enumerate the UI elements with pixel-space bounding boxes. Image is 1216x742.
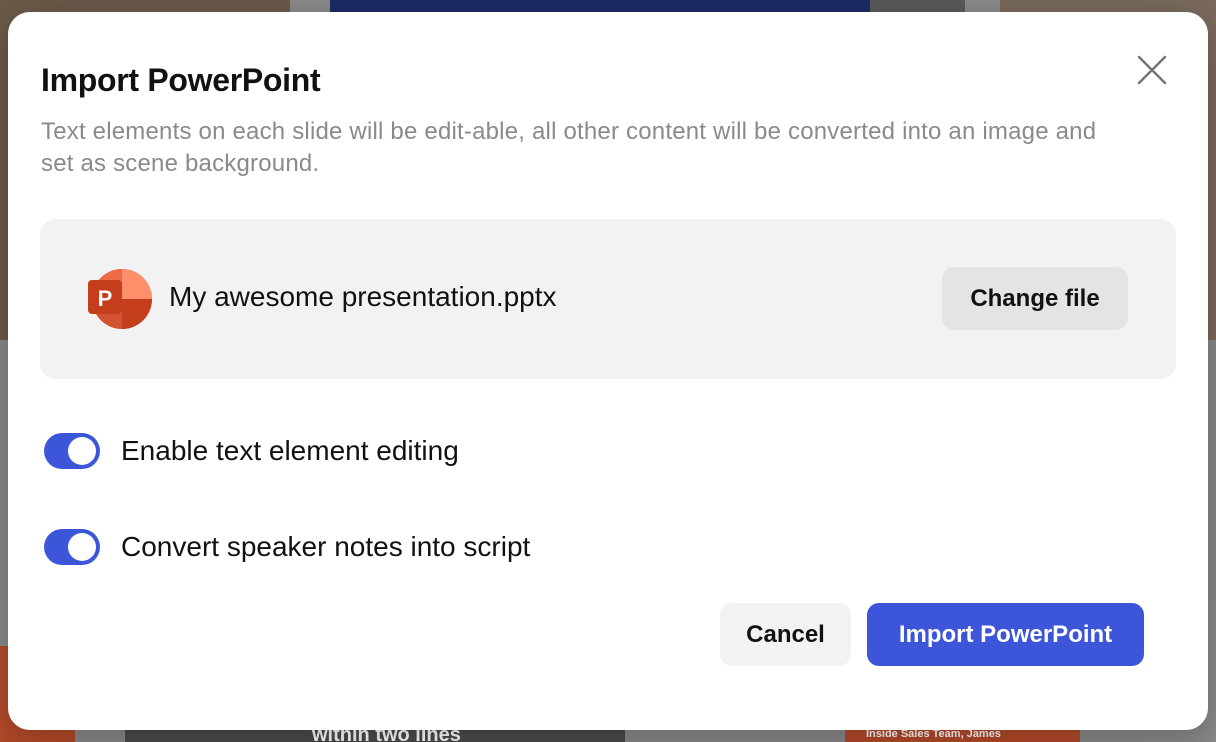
convert-speaker-notes-toggle[interactable]	[44, 529, 100, 565]
background-thumbnail	[330, 0, 870, 12]
option-enable-text-editing: Enable text element editing	[44, 433, 459, 469]
import-powerpoint-dialog: Import PowerPoint Text elements on each …	[8, 12, 1208, 730]
cancel-button[interactable]: Cancel	[720, 603, 851, 666]
option-label: Enable text element editing	[121, 435, 459, 466]
dialog-title: Import PowerPoint	[41, 62, 321, 98]
option-convert-speaker-notes: Convert speaker notes into script	[44, 529, 530, 565]
change-file-button[interactable]: Change file	[942, 267, 1128, 330]
selected-file-panel: P My awesome presentation.pptx Change fi…	[40, 219, 1176, 379]
file-name: My awesome presentation.pptx	[169, 281, 557, 312]
background-thumbnail	[870, 0, 965, 12]
close-icon	[1137, 55, 1167, 85]
close-button[interactable]	[1132, 50, 1172, 90]
toggle-knob	[68, 533, 96, 561]
option-label: Convert speaker notes into script	[121, 531, 531, 562]
powerpoint-icon-letter: P	[98, 286, 113, 311]
powerpoint-icon: P	[88, 269, 152, 329]
dialog-description: Text elements on each slide will be edit…	[41, 118, 1097, 177]
toggle-knob	[68, 437, 96, 465]
enable-text-editing-toggle[interactable]	[44, 433, 100, 469]
import-powerpoint-button[interactable]: Import PowerPoint	[867, 603, 1144, 666]
